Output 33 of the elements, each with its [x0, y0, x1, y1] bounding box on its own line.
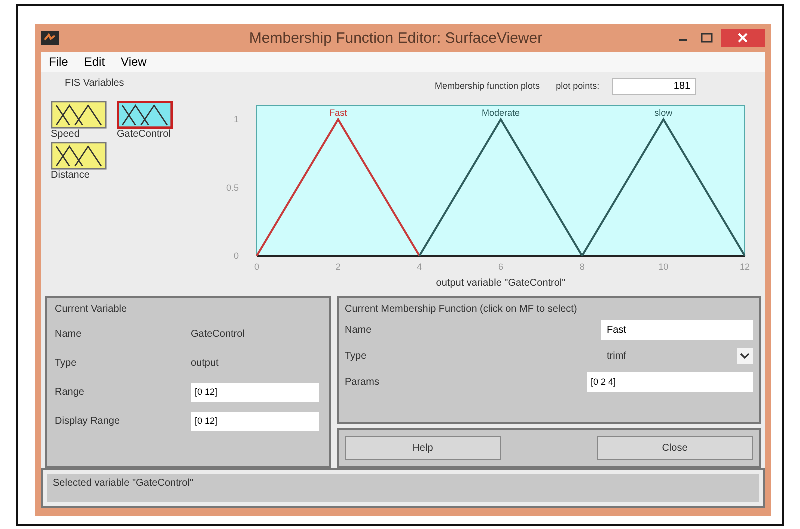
plot-title: Membership function plots: [435, 81, 540, 91]
x-tick-label: 2: [336, 262, 341, 272]
panel-title: Current Membership Function (click on MF to select): [345, 304, 578, 315]
x-tick-label: 6: [498, 262, 504, 272]
window-title: Membership Function Editor: SurfaceViewer: [248, 30, 544, 46]
fis-variables-label: FIS Variables: [65, 78, 126, 89]
field-label: Type: [345, 350, 368, 362]
field-label: Name: [345, 324, 373, 336]
x-tick-label: 4: [417, 262, 422, 272]
x-tick-label: 10: [658, 262, 669, 272]
y-tick-label: 0: [234, 251, 239, 261]
status-text: Selected variable "GateControl": [53, 478, 194, 489]
field-label: Range: [55, 386, 86, 398]
field-label: Display Range: [55, 416, 122, 426]
curve-label: Fast: [330, 108, 348, 118]
variable-label: GateControl: [117, 129, 171, 140]
variable-name: GateControl: [191, 328, 245, 340]
field-label: Params: [345, 376, 380, 388]
variable-label: Speed: [51, 129, 80, 140]
plot-points-label: plot points:: [556, 81, 600, 91]
y-tick-label: 1: [234, 114, 239, 125]
variable-type: output: [191, 358, 219, 368]
x-tick-label: 0: [254, 262, 260, 272]
field-label: Name: [55, 328, 83, 340]
x-tick-label: 8: [580, 262, 585, 272]
variable-label: Distance: [51, 170, 90, 181]
panel-title: Current Variable: [55, 304, 128, 315]
curve-label: slow: [654, 108, 673, 118]
field-label: Type: [55, 358, 78, 368]
x-tick-label: 12: [740, 262, 750, 272]
x-axis-label: output variable "GateControl": [436, 278, 566, 289]
y-tick-label: 0.5: [226, 182, 239, 193]
curve-label: Moderate: [482, 108, 520, 118]
